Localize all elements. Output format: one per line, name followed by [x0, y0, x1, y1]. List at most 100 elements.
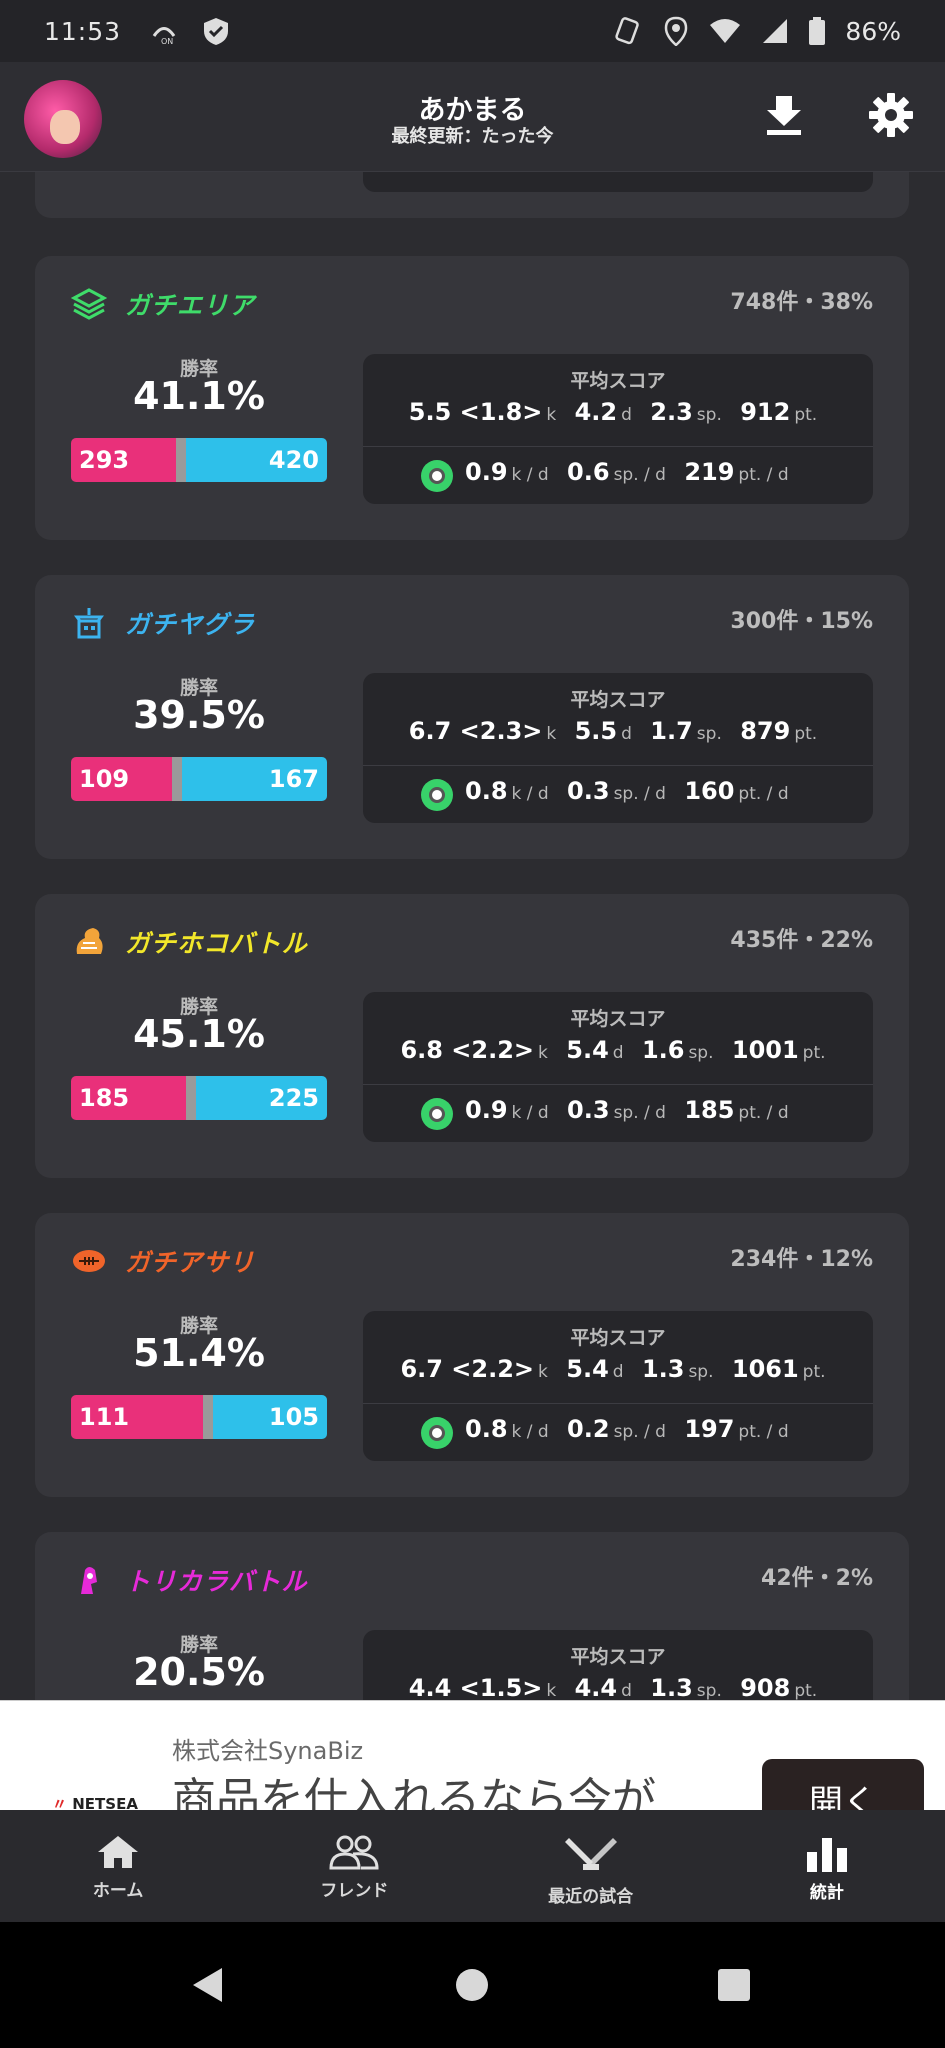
- mode-name: ガチホコバトル: [125, 929, 308, 958]
- ratio-indicator-icon: [421, 779, 453, 811]
- win-loss-bar: 185 225: [71, 1076, 327, 1120]
- average-score-panel: 平均スコア 6.7 <2.2> k 5.4 d 1.3 sp. 1061 pt. 0.8…: [363, 1311, 873, 1461]
- settings-icon[interactable]: [866, 90, 916, 140]
- status-bar: 11:53 ON 86%: [0, 0, 945, 62]
- pt-per-death: 185: [684, 1096, 735, 1124]
- average-score-label: 平均スコア: [570, 370, 666, 392]
- kills: 4.4 <1.5>: [408, 1674, 543, 1700]
- ad-headline: 商品を仕入れるなら今が: [172, 1774, 656, 1810]
- nfc-icon: ON: [152, 27, 176, 46]
- nav-friends[interactable]: フレンド: [236, 1810, 472, 1922]
- nfc-tap-icon: [615, 17, 640, 45]
- average-score-panel: 平均スコア 5.5 <1.8> k 4.2 d 2.3 sp. 912 pt. 0.9 k…: [363, 354, 873, 504]
- points: 1001: [731, 1036, 799, 1064]
- nav-label: 最近の試合: [548, 1887, 634, 1907]
- points: 879: [740, 717, 791, 745]
- home-circle-icon[interactable]: [455, 1968, 489, 2002]
- ad-banner[interactable]: 株式会社SynaBiz 商品を仕入れるなら今が 〃 NETSEA 開く: [0, 1700, 945, 1810]
- nav-label: 統計: [809, 1883, 844, 1903]
- app-bar: あかまる 最終更新：たった今: [0, 62, 945, 172]
- mode-name: ガチヤグラ: [125, 610, 256, 639]
- splat-zones-icon: [71, 288, 107, 320]
- losses: 105: [268, 1403, 319, 1431]
- pt-per-death: 219: [684, 458, 735, 486]
- points: 1061: [731, 1355, 799, 1383]
- wins: 293: [79, 446, 130, 474]
- location-icon: [665, 16, 688, 46]
- recents-square-icon[interactable]: [717, 1968, 751, 2002]
- mode-card-clam-blitz[interactable]: ガチアサリ 234件・12% 勝率 51.4% 111 105 平均スコア 6.…: [35, 1213, 909, 1497]
- points: 908: [740, 1674, 791, 1700]
- ad-logo: 〃 NETSEA: [52, 1795, 138, 1810]
- rainmaker-icon: [76, 928, 103, 954]
- losses: 225: [268, 1084, 319, 1112]
- average-score-label: 平均スコア: [570, 1008, 666, 1030]
- nav-recent-matches[interactable]: 最近の試合: [473, 1810, 709, 1922]
- average-score-label: 平均スコア: [570, 1646, 666, 1668]
- losses: 167: [268, 765, 319, 793]
- deaths: 5.4: [566, 1036, 609, 1064]
- pt-per-death: 160: [684, 777, 735, 805]
- ratio-indicator-icon: [421, 1417, 453, 1449]
- mode-card-area[interactable]: ガチエリア 748件・38% 勝率 41.1% 293 420 平均スコア 5.…: [35, 256, 909, 540]
- kills: 6.7 <2.3>: [408, 717, 543, 745]
- match-count: 435件・22%: [730, 928, 873, 953]
- wins: 185: [79, 1084, 130, 1112]
- deaths: 4.2: [574, 398, 618, 426]
- match-count: 748件・38%: [730, 290, 873, 315]
- tricolor-icon: [81, 1567, 97, 1594]
- home-icon: [98, 1836, 139, 1868]
- kd-ratio: 0.8: [465, 1415, 508, 1443]
- ad-brand: 株式会社SynaBiz: [172, 1737, 364, 1765]
- specials: 1.7: [650, 717, 693, 745]
- wifi-icon: [710, 19, 741, 43]
- kills: 6.8 <2.2>: [400, 1036, 535, 1064]
- points: 912: [740, 398, 791, 426]
- nav-home[interactable]: ホーム: [0, 1810, 236, 1922]
- deaths: 5.4: [566, 1355, 609, 1383]
- nav-stats[interactable]: 統計: [709, 1810, 945, 1922]
- ad-open-button[interactable]: 開く: [762, 1759, 924, 1810]
- signal-icon: [763, 19, 788, 43]
- win-rate: 41.1%: [133, 374, 265, 418]
- average-score-panel: 平均スコア 4.4 <1.5> k 4.4 d 1.3 sp. 908 pt.: [363, 1630, 873, 1700]
- mode-card-tricolor[interactable]: トリカラバトル 42件・2% 勝率 20.5% 平均スコア 4.4 <1.5> k…: [35, 1532, 909, 1700]
- kd-ratio: 0.8: [465, 777, 508, 805]
- mode-card-rainmaker[interactable]: ガチホコバトル 435件・22% 勝率 45.1% 185 225 平均スコア …: [35, 894, 909, 1178]
- bottom-navigation: ホーム フレンド 最近の試合 統計: [0, 1810, 945, 1922]
- pt-per-death: 197: [684, 1415, 735, 1443]
- deaths: 4.4: [574, 1674, 618, 1700]
- recent-matches-icon: [564, 1838, 617, 1870]
- back-icon[interactable]: [190, 1966, 226, 2004]
- mode-card-tower[interactable]: ガチヤグラ 300件・15% 勝率 39.5% 109 167 平均スコア 6.…: [35, 575, 909, 859]
- clam-blitz-icon: [73, 1250, 105, 1272]
- friends-icon: [329, 1835, 379, 1870]
- system-navigation-bar: [0, 1922, 945, 2048]
- wins: 111: [79, 1403, 130, 1431]
- average-score-label: 平均スコア: [570, 689, 666, 711]
- download-icon[interactable]: [759, 90, 809, 140]
- nav-label: フレンド: [320, 1881, 389, 1901]
- sp-per-death: 0.6: [567, 458, 610, 486]
- kills: 6.7 <2.2>: [400, 1355, 535, 1383]
- win-rate: 20.5%: [133, 1650, 265, 1694]
- win-loss-bar: 111 105: [71, 1395, 327, 1439]
- win-loss-bar: 109 167: [71, 757, 327, 801]
- sp-per-death: 0.3: [567, 1096, 610, 1124]
- nav-label: ホーム: [92, 1881, 144, 1901]
- wins: 109: [79, 765, 130, 793]
- match-count: 42件・2%: [761, 1566, 873, 1591]
- win-rate: 45.1%: [133, 1012, 265, 1056]
- sp-per-death: 0.3: [567, 777, 610, 805]
- kills: 5.5 <1.8>: [408, 398, 543, 426]
- deaths: 5.5: [574, 717, 618, 745]
- svg-text:ON: ON: [161, 37, 173, 46]
- match-count: 300件・15%: [730, 609, 873, 634]
- tower-control-icon: [74, 608, 104, 639]
- sp-per-death: 0.2: [567, 1415, 610, 1443]
- losses: 420: [268, 446, 319, 474]
- specials: 1.3: [650, 1674, 693, 1700]
- ratio-indicator-icon: [421, 1098, 453, 1130]
- stats-list[interactable]: ガチエリア 748件・38% 勝率 41.1% 293 420 平均スコア 5.…: [0, 172, 945, 1700]
- specials: 1.6: [641, 1036, 685, 1064]
